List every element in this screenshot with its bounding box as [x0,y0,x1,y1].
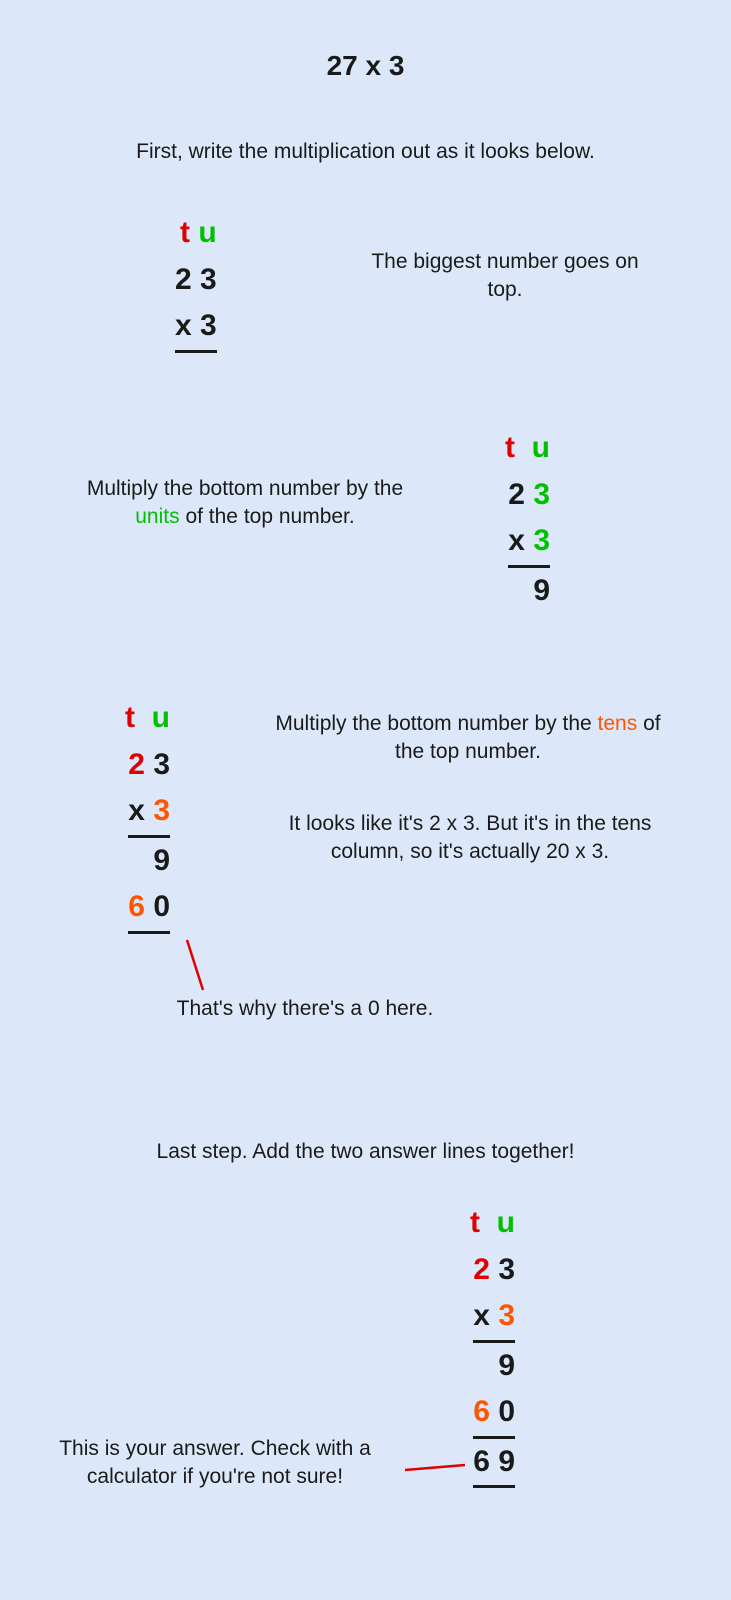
step2-pre: Multiply the bottom number by the [87,477,403,500]
digit-0: 0 [498,1395,515,1428]
step3-tens: tens [598,712,638,735]
digit-9: 9 [498,1445,515,1478]
label-t: t [470,1206,480,1239]
digit-2: 2 [473,1253,490,1286]
digit-9: 9 [153,844,170,877]
label-u: u [497,1206,515,1239]
digit-3: 3 [498,1253,515,1286]
label-u: u [198,216,216,249]
digit-3: 3 [200,309,217,342]
times-sign: x [508,524,525,557]
pointer-line-icon [175,940,205,990]
digit-3: 3 [533,478,550,511]
step1-instruction: First, write the multiplication out as i… [0,140,731,164]
step2-units: units [135,505,179,528]
label-t: t [180,216,190,249]
times-sign: x [175,309,192,342]
step1-caption: The biggest number goes on top. [370,248,640,305]
digit-0: 0 [153,890,170,923]
digit-3: 3 [533,524,550,557]
digit-2: 2 [508,478,525,511]
label-u: u [532,431,550,464]
digit-6: 6 [473,1445,490,1478]
times-sign: x [128,794,145,827]
pointer-line-icon [405,1465,465,1477]
label-t: t [505,431,515,464]
digit-9: 9 [498,1349,515,1382]
digit-3: 3 [153,748,170,781]
digit-3: 3 [498,1299,515,1332]
step4-answer-caption: This is your answer. Check with a calcul… [30,1435,400,1492]
digit-2: 2 [128,748,145,781]
digit-6: 6 [128,890,145,923]
step4-instruction: Last step. Add the two answer lines toge… [0,1140,731,1164]
digit-9: 9 [533,574,550,607]
times-sign: x [473,1299,490,1332]
digit-6: 6 [473,1395,490,1428]
page-title: 27 x 3 [0,0,731,82]
digit-3: 3 [200,263,217,296]
digit-2: 2 [175,263,192,296]
step3-text: Multiply the bottom number by the tens o… [268,710,668,767]
label-u: u [152,701,170,734]
step2-math: t u 2 3 x 3 9 [505,425,550,614]
label-t: t [125,701,135,734]
step1-math: t u 2 3 x 3 [175,210,217,353]
step3-math: t u 2 3 x 3 9 6 0 [125,695,170,934]
step4-math: t u 2 3 x 3 9 6 0 6 9 [470,1200,515,1488]
step2-post: of the top number. [180,505,355,528]
step3-hint: It looks like it's 2 x 3. But it's in th… [280,810,660,867]
digit-3: 3 [153,794,170,827]
step3-zero-caption: That's why there's a 0 here. [145,995,465,1023]
step2-text: Multiply the bottom number by the units … [65,475,425,532]
step3-pre: Multiply the bottom number by the [275,712,597,735]
